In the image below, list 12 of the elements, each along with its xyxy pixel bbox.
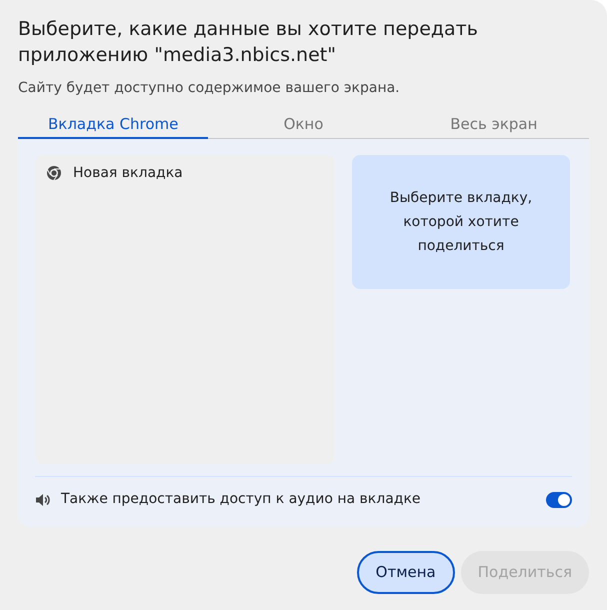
- source-label: Новая вкладка: [73, 164, 183, 182]
- tab[interactable]: Весь экран: [398, 111, 589, 139]
- dialog-subtitle: Сайту будет доступно содержимое вашего экрана.: [18, 79, 401, 98]
- browser-icon: [46, 165, 62, 181]
- source-item[interactable]: Новая вкладка: [35, 163, 335, 183]
- audio-toggle[interactable]: [546, 492, 572, 508]
- tab[interactable]: Окно: [208, 111, 399, 139]
- cancel-button[interactable]: Отмена: [356, 551, 455, 594]
- speaker-icon: [35, 492, 51, 506]
- dialog-title: Выберите, какие данные вы хотите передать приложению "media3.nbics.net": [18, 17, 479, 68]
- preview-hint: Выберите вкладку, которой хотите поделиться: [388, 189, 534, 256]
- audio-label: Также предоставить доступ к аудио на вкладке: [61, 490, 422, 509]
